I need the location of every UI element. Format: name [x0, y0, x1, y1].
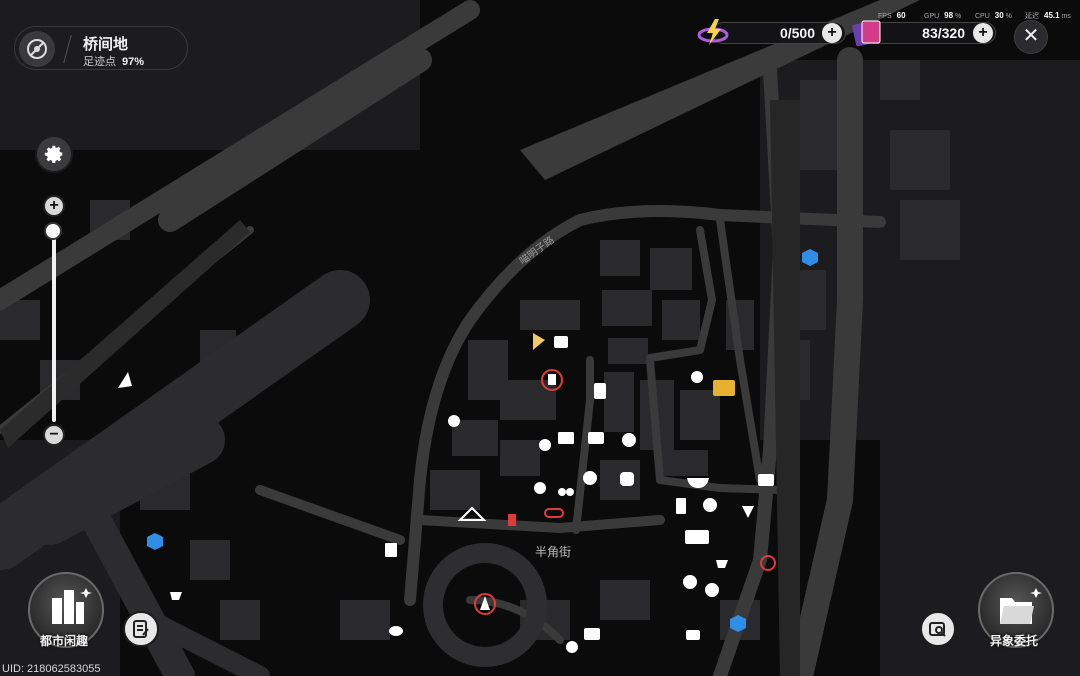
energy-add-button[interactable]: +	[822, 23, 842, 43]
noodle-icon[interactable]	[539, 439, 551, 451]
bun-icon[interactable]	[705, 583, 719, 597]
pot-icon[interactable]	[686, 630, 700, 640]
location-panel[interactable]: 桥间地 足迹点 97%	[14, 26, 188, 70]
shop-counter-icon[interactable]	[685, 530, 709, 544]
fps-label: FPS	[878, 13, 892, 20]
photo-search-button[interactable]	[920, 611, 956, 647]
ramen-icon[interactable]	[583, 471, 597, 485]
book-icon[interactable]	[385, 543, 397, 557]
eye-compass-icon	[19, 31, 55, 67]
card-stack-icon	[850, 17, 886, 49]
location-divider	[63, 35, 72, 63]
city-fun-label: 都市闲趣	[40, 634, 89, 648]
camera-icon[interactable]	[758, 474, 774, 486]
location-name: 桥间地	[83, 36, 129, 53]
fps-readout: FPS 60	[878, 11, 906, 20]
footprint-value: 97%	[122, 56, 145, 68]
user-id: UID: 218062583055	[2, 663, 101, 675]
bank-icon[interactable]	[508, 514, 516, 526]
golden-shop-icon[interactable]	[713, 380, 735, 396]
cpu-readout: CPU 30 %	[975, 11, 1012, 20]
gpu-readout: GPU 98 %	[924, 11, 962, 20]
pizza-icon[interactable]	[622, 433, 636, 447]
arcade-icon[interactable]	[554, 336, 568, 348]
cake-icon[interactable]	[584, 628, 600, 640]
gpu-label: GPU	[924, 13, 940, 20]
cpu-value: 30	[994, 11, 1004, 20]
newsstand-icon[interactable]	[558, 432, 574, 444]
latency-label: 延迟	[1025, 13, 1039, 20]
gear-icon	[44, 145, 63, 163]
drink-icon[interactable]	[676, 498, 686, 514]
cards-add-button[interactable]: +	[973, 23, 993, 43]
hands-icon[interactable]	[691, 371, 703, 383]
fps-value: 60	[896, 11, 906, 20]
lightning-orb-icon	[697, 17, 729, 47]
latency-value: 45.1	[1044, 11, 1060, 20]
zoom-slider-handle[interactable]	[46, 224, 60, 238]
latency-readout: 延迟 45.1 ms	[1025, 11, 1071, 20]
gift-icon[interactable]	[448, 415, 460, 427]
gpu-value: 98	[944, 11, 954, 20]
image-search-icon	[929, 622, 946, 637]
settings-button[interactable]	[35, 135, 73, 173]
notepad-icon	[133, 620, 149, 638]
city-map[interactable]	[0, 0, 1080, 676]
disc-icon[interactable]	[683, 575, 697, 589]
minus-icon: −	[49, 426, 59, 443]
zoom-slider-track[interactable]	[52, 228, 56, 422]
footprint-label: 足迹点	[83, 56, 116, 68]
coffee-icon[interactable]	[534, 482, 546, 494]
zoom-out-button[interactable]: −	[43, 424, 65, 446]
vending-icon[interactable]	[594, 383, 606, 399]
candy-icon[interactable]	[389, 626, 403, 636]
robot-icon[interactable]	[620, 472, 634, 486]
cards-value: 83/320	[922, 25, 965, 41]
zoom-in-button[interactable]: +	[43, 195, 65, 217]
energy-value: 0/500	[779, 25, 815, 41]
bull-icon[interactable]	[703, 498, 717, 512]
close-button[interactable]: ✕	[1014, 20, 1048, 54]
street-label-main: 半角街	[535, 545, 572, 559]
notes-button[interactable]	[123, 611, 159, 647]
teacup-icon[interactable]	[566, 641, 578, 653]
cpu-label: CPU	[975, 13, 990, 20]
plus-icon: +	[49, 197, 59, 214]
tv-icon[interactable]	[588, 432, 604, 444]
anomaly-commission-label: 异象委托	[990, 634, 1039, 648]
footprint-progress: 足迹点 97%	[83, 53, 144, 69]
